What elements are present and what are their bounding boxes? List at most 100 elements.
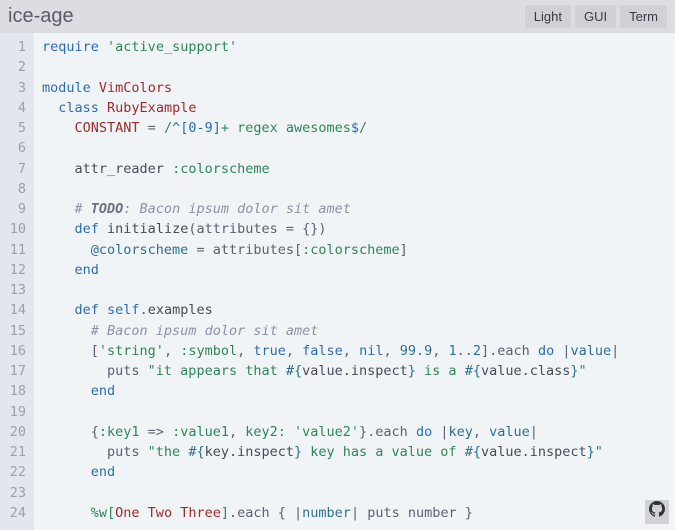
code-line[interactable] xyxy=(42,57,619,77)
token-kw: nil xyxy=(359,343,383,359)
code-content[interactable]: require 'active_support' module VimColor… xyxy=(34,33,619,530)
code-line[interactable]: # TODO: Bacon ipsum dolor sit amet xyxy=(42,199,619,219)
token-rgx: + regex awesomes xyxy=(221,120,351,136)
token-punc: .each { xyxy=(229,505,294,521)
token-punc xyxy=(99,39,107,55)
line-number: 1 xyxy=(4,37,26,57)
token-var: value xyxy=(571,343,612,359)
code-line[interactable]: class RubyExample xyxy=(42,98,619,118)
line-number: 20 xyxy=(4,422,26,442)
token-punc: , xyxy=(164,343,180,359)
code-line[interactable]: @colorscheme = attributes[:colorscheme] xyxy=(42,240,619,260)
token-sym: :symbol xyxy=(180,343,237,359)
token-ident: attr_reader xyxy=(75,161,164,177)
token-pipe: | xyxy=(530,424,538,440)
token-punc xyxy=(286,424,294,440)
code-line[interactable]: attr_reader :colorscheme xyxy=(42,159,619,179)
token-interp: #{ xyxy=(465,363,481,379)
token-punc: puts xyxy=(42,363,148,379)
code-editor[interactable]: 123456789101112131415161718192021222324 … xyxy=(0,33,675,530)
token-pipe: | xyxy=(562,343,570,359)
code-line[interactable]: %w[One Two Three].each { |number| puts n… xyxy=(42,503,619,523)
token-ident: value.inspect xyxy=(481,444,587,460)
token-ident: initialize xyxy=(107,221,188,237)
token-str: 'active_support' xyxy=(107,39,237,55)
light-button[interactable]: Light xyxy=(525,5,571,28)
line-number: 12 xyxy=(4,260,26,280)
token-punc: .. xyxy=(457,343,473,359)
code-line[interactable]: puts "it appears that #{value.inspect} i… xyxy=(42,361,619,381)
code-line[interactable]: module VimColors xyxy=(42,78,619,98)
token-interp: } xyxy=(408,363,416,379)
token-kw: true xyxy=(253,343,286,359)
token-kw: end xyxy=(91,383,115,399)
github-link[interactable] xyxy=(645,500,669,524)
line-number: 24 xyxy=(4,503,26,523)
token-punc xyxy=(42,505,91,521)
code-line[interactable]: puts "the #{key.inspect} key has a value… xyxy=(42,442,619,462)
token-punc xyxy=(164,161,172,177)
github-icon xyxy=(649,501,665,523)
code-line[interactable] xyxy=(42,138,619,158)
code-line[interactable]: ['string', :symbol, true, false, nil, 99… xyxy=(42,341,619,361)
token-sym: key2: xyxy=(245,424,286,440)
line-number: 2 xyxy=(4,57,26,77)
code-line[interactable]: CONSTANT = /^[0-9]+ regex awesomes$/ xyxy=(42,118,619,138)
line-number: 7 xyxy=(4,159,26,179)
token-str: " xyxy=(595,444,603,460)
token-pipe: | xyxy=(351,505,359,521)
token-ident: examples xyxy=(148,302,213,318)
token-punc xyxy=(99,221,107,237)
gui-button[interactable]: GUI xyxy=(575,5,616,28)
code-line[interactable] xyxy=(42,402,619,422)
token-punc: = xyxy=(140,120,164,136)
line-number: 6 xyxy=(4,138,26,158)
token-punc: , xyxy=(383,343,399,359)
line-number: 5 xyxy=(4,118,26,138)
code-line[interactable]: def self.examples xyxy=(42,300,619,320)
token-kw: def xyxy=(75,302,99,318)
code-line[interactable]: # Bacon ipsum dolor sit amet xyxy=(42,321,619,341)
page-title: ice-age xyxy=(8,5,74,28)
token-num: 2 xyxy=(473,343,481,359)
token-kw: false xyxy=(302,343,343,359)
token-str: "it appears that xyxy=(148,363,286,379)
token-sym: :key1 xyxy=(99,424,140,440)
token-punc: , xyxy=(286,343,302,359)
token-const: RubyExample xyxy=(107,100,196,116)
line-number: 3 xyxy=(4,78,26,98)
token-kw: class xyxy=(58,100,99,116)
token-punc: , xyxy=(343,343,359,359)
term-button[interactable]: Term xyxy=(620,5,667,28)
token-pipe: | xyxy=(294,505,302,521)
token-punc: ].each xyxy=(481,343,538,359)
token-punc: , xyxy=(229,424,245,440)
line-number: 23 xyxy=(4,483,26,503)
code-line[interactable] xyxy=(42,483,619,503)
token-punc: [ xyxy=(42,343,99,359)
code-line[interactable]: end xyxy=(42,260,619,280)
code-line[interactable]: end xyxy=(42,381,619,401)
code-line[interactable]: require 'active_support' xyxy=(42,37,619,57)
token-kw: do xyxy=(538,343,554,359)
token-interp: } xyxy=(294,444,302,460)
token-punc: . xyxy=(140,302,148,318)
token-kw: do xyxy=(416,424,432,440)
token-interp: } xyxy=(587,444,595,460)
code-line[interactable] xyxy=(42,280,619,300)
token-punc: (attributes = {}) xyxy=(188,221,326,237)
token-const: CONSTANT xyxy=(75,120,140,136)
token-sym: :value1 xyxy=(172,424,229,440)
code-line[interactable]: end xyxy=(42,462,619,482)
code-line[interactable]: def initialize(attributes = {}) xyxy=(42,219,619,239)
token-punc xyxy=(42,201,75,217)
token-kw: self xyxy=(107,302,140,318)
header-buttons: Light GUI Term xyxy=(525,5,667,28)
token-interp: #{ xyxy=(188,444,204,460)
token-const: One Two Three xyxy=(115,505,221,521)
token-punc: , xyxy=(237,343,253,359)
code-line[interactable] xyxy=(42,179,619,199)
token-punc: , xyxy=(432,343,448,359)
token-punc xyxy=(42,161,75,177)
code-line[interactable]: {:key1 => :value1, key2: 'value2'}.each … xyxy=(42,422,619,442)
